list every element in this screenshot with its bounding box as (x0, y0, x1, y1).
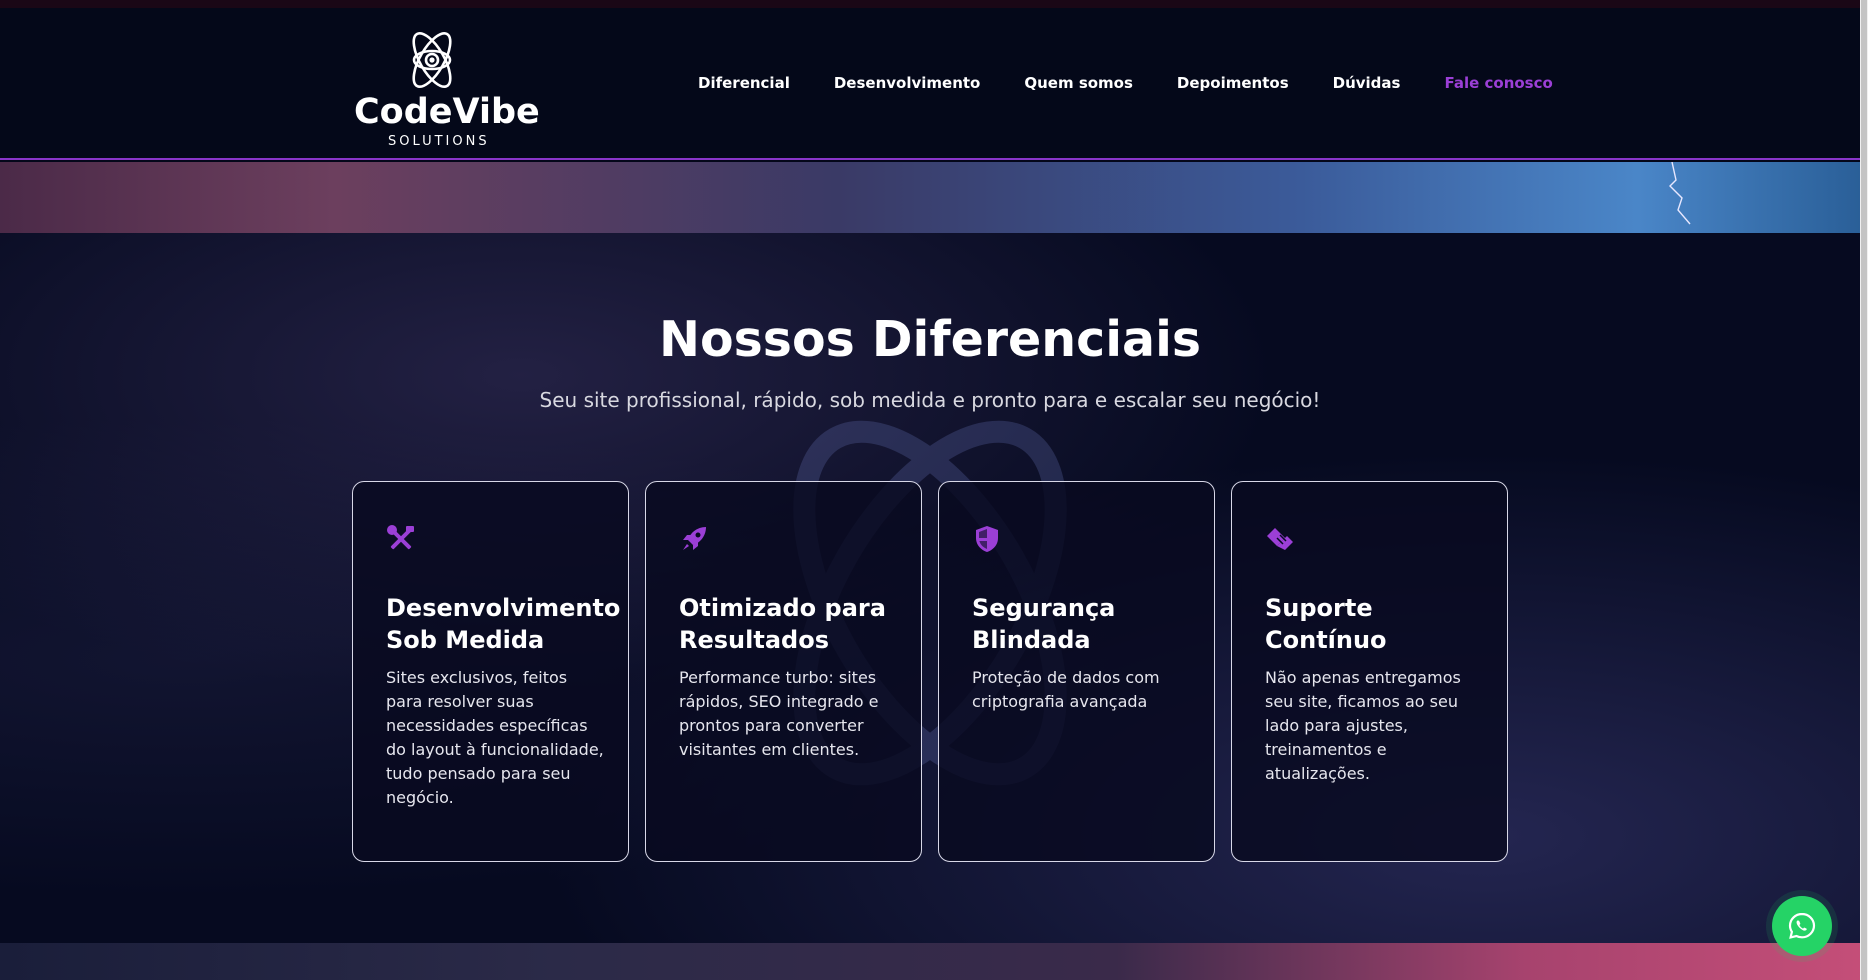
rocket-icon (683, 527, 706, 550)
next-section-preview (0, 943, 1860, 980)
site-header: CodeVibe SOLUTIONS Diferencial Desenvolv… (0, 8, 1860, 160)
lightning-decoration (1669, 162, 1691, 225)
whatsapp-button[interactable] (1772, 896, 1832, 956)
nav-link-depoimentos[interactable]: Depoimentos (1177, 74, 1289, 92)
nav-link-fale-conosco[interactable]: Fale conosco (1444, 74, 1552, 92)
section-subtitle: Seu site profissional, rápido, sob medid… (539, 388, 1321, 412)
card-text: Sites exclusivos, feitos para resolver s… (386, 668, 604, 807)
card-otimizado: Otimizado para Resultados Performance tu… (645, 481, 922, 862)
brand-logo[interactable]: CodeVibe SOLUTIONS (350, 28, 540, 150)
tools-icon (387, 525, 414, 550)
card-text: Proteção de dados com criptografia avanç… (972, 668, 1160, 711)
card-title: Suporte Contínuo (1265, 594, 1387, 654)
card-seguranca: Segurança Blindada Proteção de dados com… (938, 481, 1215, 862)
card-title: Segurança Blindada (972, 594, 1116, 654)
brand-tagline: SOLUTIONS (388, 134, 490, 149)
atom-icon (412, 32, 452, 88)
nav-link-diferencial[interactable]: Diferencial (698, 74, 790, 92)
differentials-cards: Desenvolvimento Sob Medida Sites exclusi… (352, 481, 1508, 862)
card-text: Não apenas entregamos seu site, ficamos … (1265, 668, 1461, 783)
main-nav: Diferencial Desenvolvimento Quem somos D… (698, 74, 1553, 92)
nav-link-desenvolvimento[interactable]: Desenvolvimento (834, 74, 981, 92)
differentials-section: Nossos Diferenciais Seu site profissiona… (0, 233, 1860, 943)
section-title: Nossos Diferenciais (658, 311, 1202, 368)
whatsapp-icon (1788, 912, 1816, 939)
scrollbar-thumb[interactable] (1861, 0, 1867, 980)
card-title: Desenvolvimento Sob Medida (386, 594, 621, 654)
nav-link-duvidas[interactable]: Dúvidas (1333, 74, 1401, 92)
card-desenvolvimento: Desenvolvimento Sob Medida Sites exclusi… (352, 481, 629, 862)
card-text: Performance turbo: sites rápidos, SEO in… (679, 668, 879, 759)
card-suporte: Suporte Contínuo Não apenas entregamos s… (1231, 481, 1508, 862)
nav-link-quem-somos[interactable]: Quem somos (1024, 74, 1133, 92)
brand-name: CodeVibe (354, 92, 540, 132)
handshake-icon (1267, 528, 1293, 550)
page-scrollbar[interactable] (1860, 0, 1868, 980)
card-title: Otimizado para Resultados (679, 594, 886, 654)
hero-sky-band (0, 162, 1860, 233)
shield-icon (976, 526, 998, 552)
